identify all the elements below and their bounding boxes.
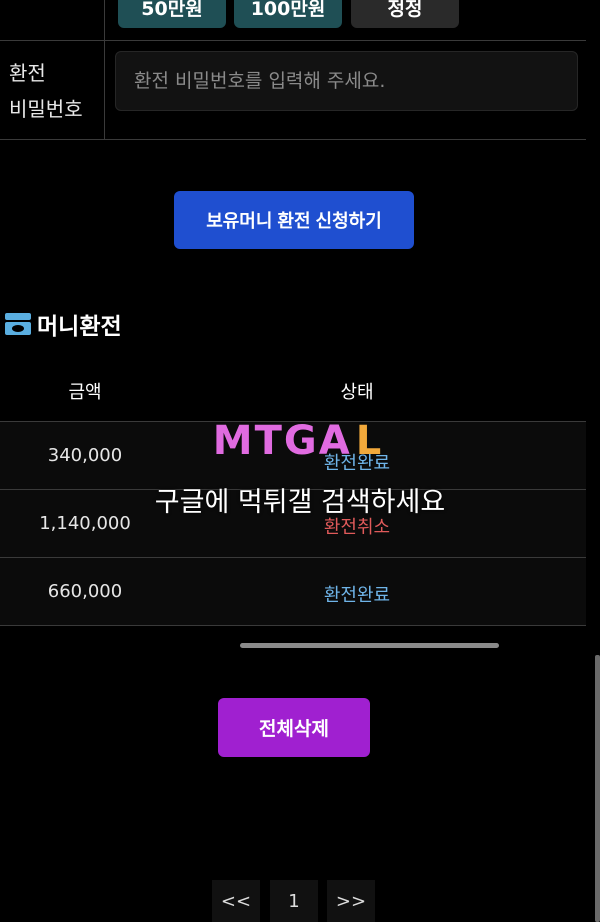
watermark-logo: MTGA L (198, 416, 398, 466)
password-label-line2: 비밀번호 (9, 97, 83, 121)
row-status: 환전완료 (323, 585, 391, 606)
delete-all-button[interactable]: 전체삭제 (218, 698, 370, 757)
form-divider (0, 139, 586, 140)
pagination-next[interactable]: >> (327, 880, 375, 922)
apply-exchange-button[interactable]: 보유머니 환전 신청하기 (174, 191, 414, 249)
row-amount: 660,000 (47, 581, 123, 602)
cash-stack-icon (5, 313, 31, 335)
section-title: 머니환전 (3, 307, 122, 341)
form-column-divider (104, 0, 105, 140)
watermark-logo-suffix: L (355, 418, 384, 464)
watermark-text: 구글에 먹튀갤 검색하세요 (154, 487, 446, 518)
horizontal-scrollbar[interactable] (240, 643, 499, 648)
section-title-text: 머니환전 (37, 314, 122, 340)
row-amount: 340,000 (47, 445, 123, 466)
pagination-prev[interactable]: << (212, 880, 260, 922)
amount-100-button[interactable]: 100만원 (234, 0, 342, 28)
watermark-logo-text: MTGA (212, 418, 352, 464)
pagination-page-1[interactable]: 1 (270, 880, 318, 922)
password-label: 환전 비밀번호 (9, 55, 101, 127)
form-divider (0, 40, 586, 41)
amount-50-button[interactable]: 50만원 (118, 0, 226, 28)
vertical-scrollbar[interactable] (595, 655, 600, 922)
correct-button[interactable]: 정정 (351, 0, 459, 28)
column-header-amount: 금액 (68, 382, 102, 403)
password-label-line1: 환전 (9, 61, 46, 85)
table-divider (0, 625, 586, 626)
column-header-status: 상태 (340, 382, 374, 403)
exchange-password-input[interactable] (115, 51, 578, 111)
